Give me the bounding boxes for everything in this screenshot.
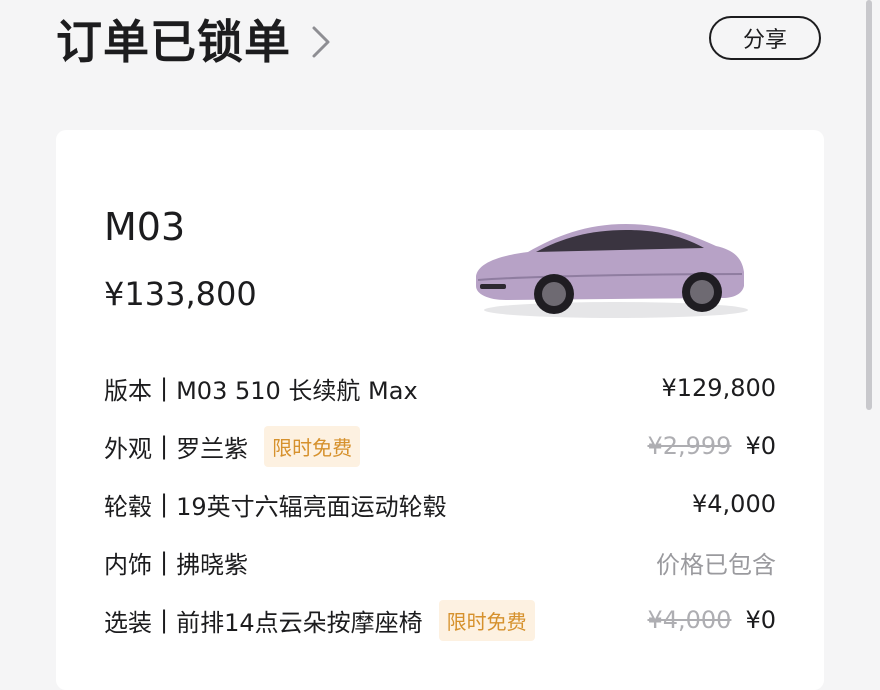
- row-price: 价格已包含: [656, 550, 776, 579]
- row-label: 选装: [104, 608, 152, 637]
- page-title: 订单已锁单: [56, 15, 291, 69]
- row-value: 拂晓紫: [176, 550, 249, 579]
- free-badge: 限时免费: [438, 599, 535, 641]
- order-status-link[interactable]: 订单已锁单: [56, 14, 331, 70]
- config-row-interior: 内饰 | 拂晓紫 价格已包含: [104, 540, 776, 584]
- row-price-group: ¥4,000: [692, 490, 776, 518]
- row-label: 版本: [104, 376, 152, 405]
- row-price-group: 价格已包含: [656, 545, 776, 580]
- row-price-group: ¥129,800: [661, 374, 776, 402]
- row-separator: |: [160, 432, 169, 460]
- config-row-exterior: 外观 | 罗兰紫 限时免费 ¥2,999 ¥0: [104, 424, 776, 468]
- row-price: ¥4,000: [692, 490, 776, 518]
- share-button[interactable]: 分享: [709, 16, 821, 60]
- scrollbar[interactable]: [866, 0, 872, 410]
- model-price: ¥133,800: [104, 275, 257, 313]
- original-price: ¥2,999: [647, 432, 732, 460]
- row-value: 罗兰紫: [176, 434, 249, 463]
- row-price: ¥0: [745, 432, 776, 460]
- free-badge: 限时免费: [264, 425, 361, 467]
- config-row-options: 选装 | 前排14点云朵按摩座椅 限时免费 ¥4,000 ¥0: [104, 598, 776, 642]
- page-header: 订单已锁单 分享: [0, 0, 880, 90]
- row-value: 前排14点云朵按摩座椅: [176, 608, 423, 637]
- row-price: ¥0: [745, 606, 776, 634]
- row-separator: |: [160, 374, 169, 402]
- row-separator: |: [160, 606, 169, 634]
- config-row-version: 版本 | M03 510 长续航 Max ¥129,800: [104, 366, 776, 410]
- order-card: M03 ¥133,800 版本 | M03 510 长续航 Max ¥129,8…: [56, 130, 824, 690]
- config-row-wheels: 轮毂 | 19英寸六辐亮面运动轮毂 ¥4,000: [104, 482, 776, 526]
- model-name: M03: [104, 205, 186, 249]
- row-value: 19英寸六辐亮面运动轮毂: [176, 492, 447, 521]
- chevron-right-icon: [311, 25, 331, 63]
- row-price: ¥129,800: [661, 374, 776, 402]
- row-separator: |: [160, 548, 169, 576]
- row-price-group: ¥2,999 ¥0: [647, 432, 776, 460]
- original-price: ¥4,000: [647, 606, 732, 634]
- row-label: 内饰: [104, 550, 152, 579]
- row-price-group: ¥4,000 ¥0: [647, 606, 776, 634]
- row-label: 外观: [104, 434, 152, 463]
- row-label: 轮毂: [104, 492, 152, 521]
- row-separator: |: [160, 490, 169, 518]
- row-value: M03 510 长续航 Max: [176, 376, 418, 405]
- car-image: [466, 214, 756, 328]
